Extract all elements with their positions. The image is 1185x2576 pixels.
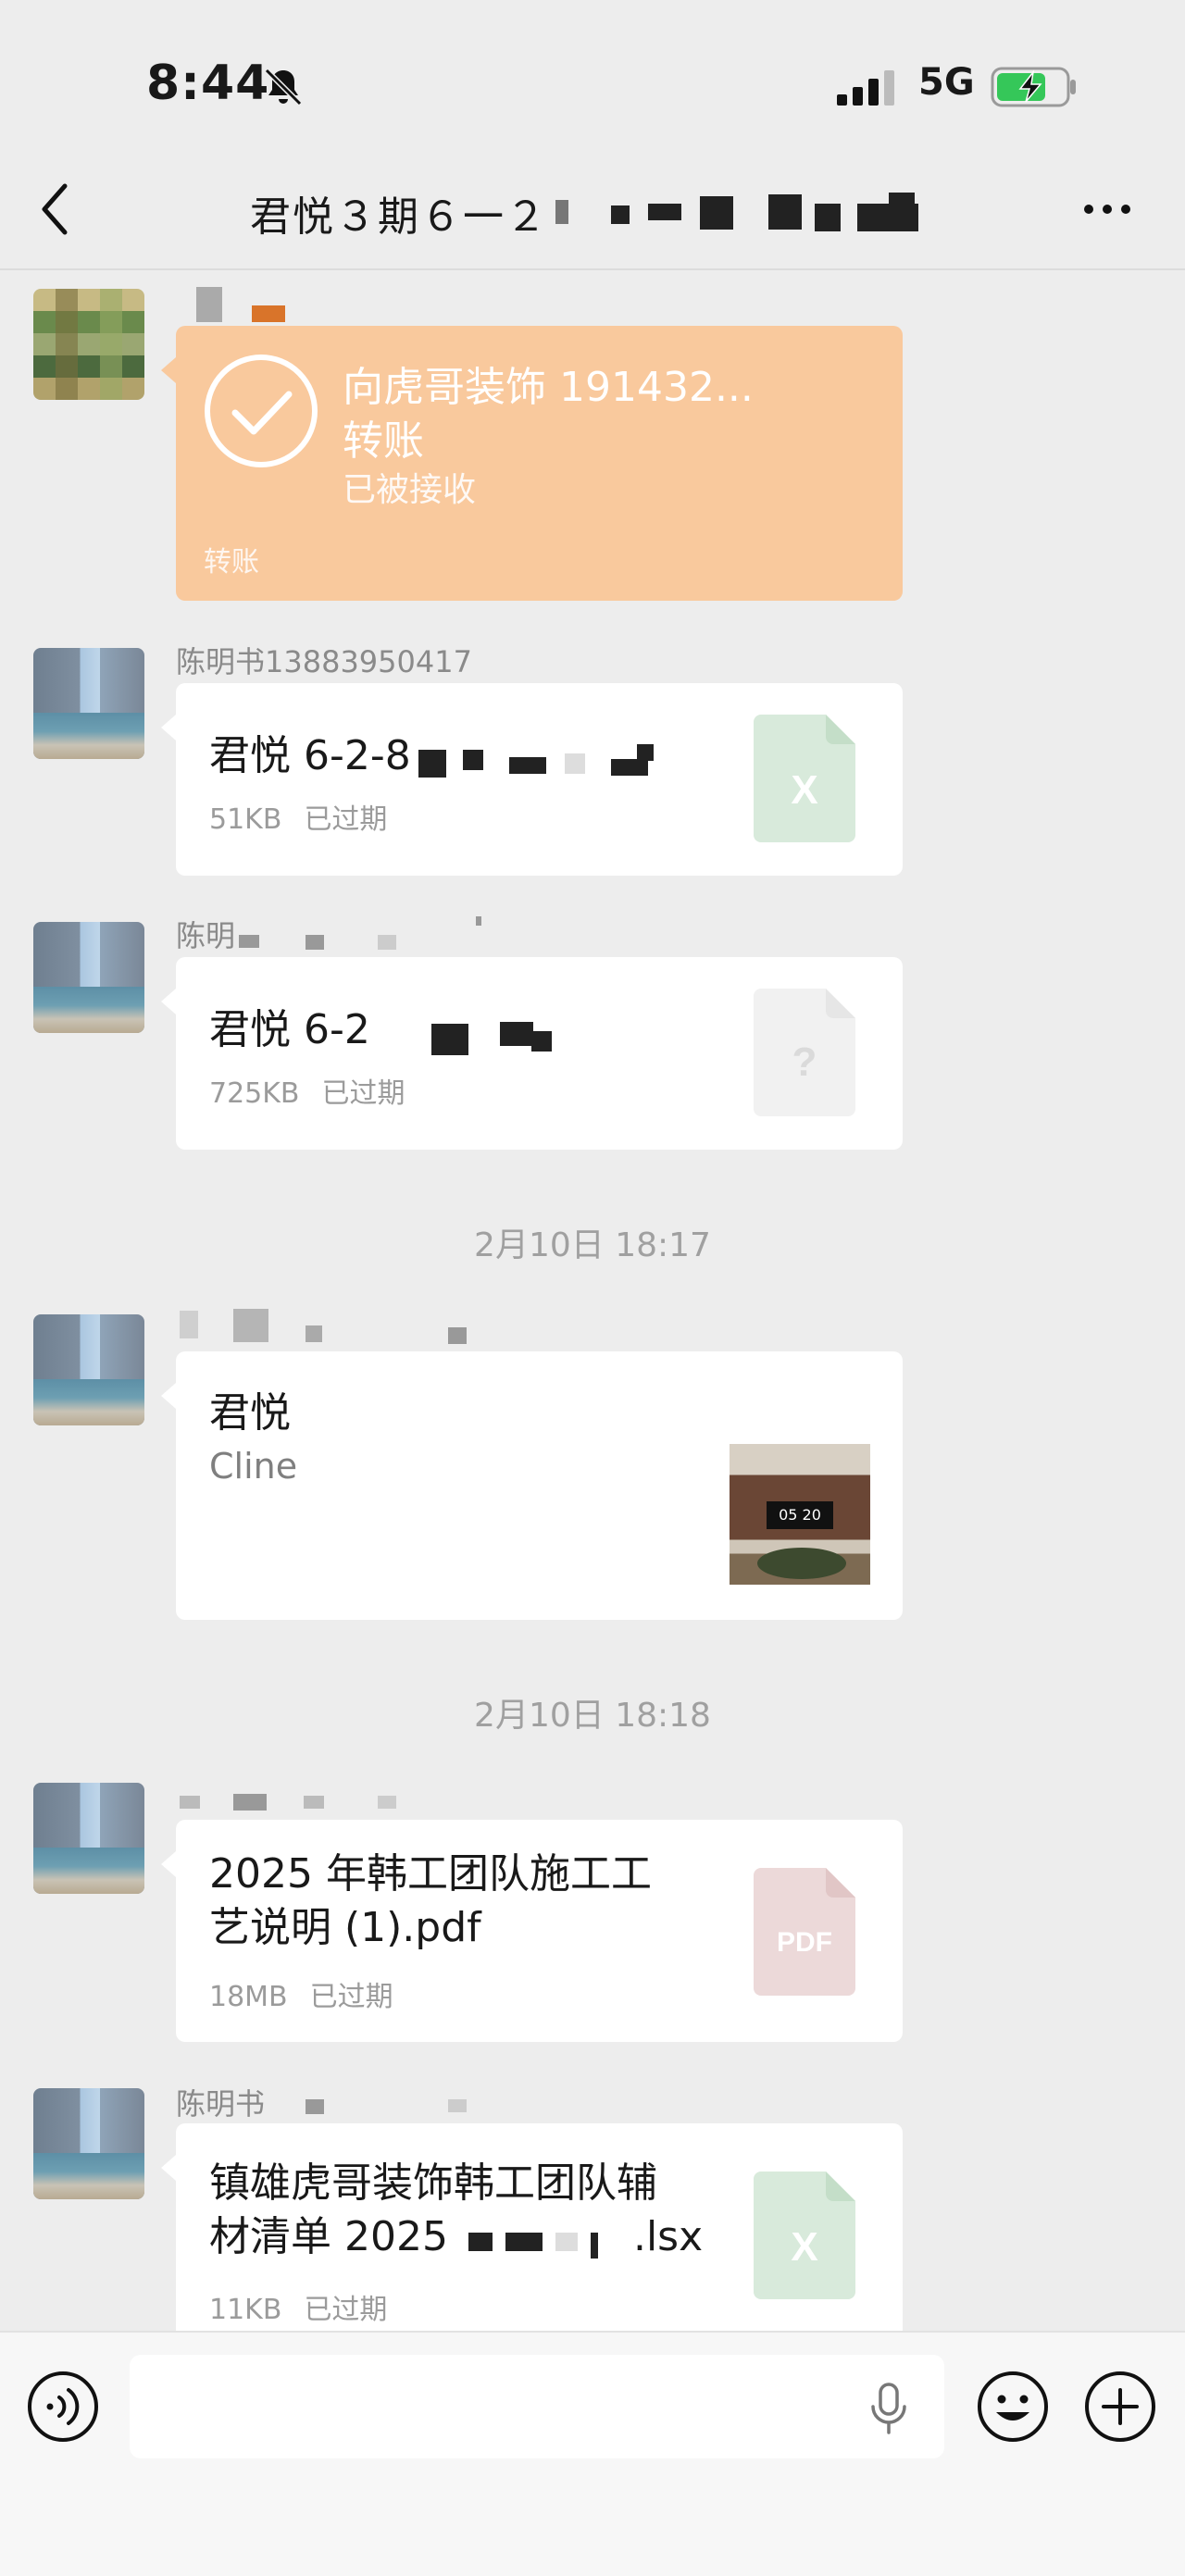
thumbnail-clock: 05 20 — [767, 1501, 833, 1529]
sender-name-masked — [196, 287, 222, 322]
link-thumbnail: 05 20 — [730, 1444, 870, 1585]
sender-badge — [252, 305, 285, 322]
file-name: 君悦 6-2-8 — [209, 732, 411, 779]
microphone-icon[interactable] — [868, 2383, 909, 2434]
file-meta: 51KB 已过期 — [209, 796, 409, 837]
file-size: 18MB — [209, 1981, 288, 2013]
sender-name: 陈明书13883950417 — [176, 644, 472, 679]
file-meta: 18MB 已过期 — [209, 1973, 416, 2014]
file-meta: 11KB 已过期 — [209, 2286, 409, 2327]
file-state: 已过期 — [304, 2294, 388, 2326]
unknown-icon-label: ? — [792, 1039, 817, 1085]
file-message[interactable]: 镇雄虎哥装饰韩工团队辅 材清单 2025 .lsx 11KB 已过期 X — [161, 2123, 903, 2331]
link-card[interactable]: 君悦 Cline 05 20 — [161, 1351, 903, 1620]
unknown-file-icon: ? — [754, 989, 855, 1116]
checkmark-circle-icon — [205, 355, 318, 467]
transfer-subtitle: 转账 — [343, 417, 424, 465]
file-name-line2: 艺说明 (1).pdf — [209, 1904, 481, 1951]
file-meta: 725KB 已过期 — [209, 1070, 428, 1111]
file-message[interactable]: 2025 年韩工团队施工工 艺说明 (1).pdf 18MB 已过期 PDF — [161, 1820, 903, 2042]
chat-title[interactable]: 君悦３期６一２ — [250, 183, 918, 243]
excel-icon: X — [754, 2172, 855, 2299]
file-state: 已过期 — [309, 1981, 393, 2013]
nav-bar — [0, 157, 1185, 270]
avatar[interactable] — [33, 1314, 144, 1425]
transfer-title: 向虎哥装饰 191432... — [343, 364, 754, 411]
battery-charging-icon — [991, 67, 1076, 107]
sender-name: 陈明 — [176, 918, 236, 953]
excel-icon-label: X — [791, 767, 817, 813]
timestamp: 2月10日 18:18 — [474, 1697, 711, 1735]
emoji-icon[interactable] — [976, 2370, 1050, 2444]
add-icon[interactable] — [1083, 2370, 1157, 2444]
avatar[interactable] — [33, 289, 144, 400]
avatar[interactable] — [33, 1783, 144, 1894]
file-name-line1: 2025 年韩工团队施工工 — [209, 1850, 652, 1898]
pdf-icon-label: PDF — [777, 1927, 832, 1958]
chevron-left-icon[interactable] — [37, 180, 74, 238]
file-size: 11KB — [209, 2294, 282, 2326]
network-type: 5G — [918, 61, 975, 104]
transfer-status: 已被接收 — [343, 471, 477, 509]
transfer-footer: 转账 — [204, 546, 259, 579]
file-state: 已过期 — [304, 803, 388, 836]
voice-mode-icon[interactable] — [26, 2370, 100, 2444]
file-size: 51KB — [209, 803, 282, 836]
file-name-line1: 镇雄虎哥装饰韩工团队辅 — [209, 2159, 657, 2207]
file-message[interactable]: 君悦 6-2 725KB 已过期 ? — [161, 957, 903, 1150]
excel-icon: X — [754, 715, 855, 842]
link-title: 君悦 — [209, 1389, 291, 1437]
file-name-line2-end: .lsx — [632, 2213, 704, 2260]
file-state: 已过期 — [321, 1077, 405, 1110]
excel-icon-label: X — [791, 2224, 817, 2270]
file-name: 君悦 6-2 — [209, 1006, 370, 1053]
avatar[interactable] — [33, 922, 144, 1033]
more-dots-icon[interactable] — [1081, 200, 1133, 218]
file-size: 725KB — [209, 1077, 300, 1110]
timestamp: 2月10日 18:17 — [474, 1226, 711, 1264]
file-message[interactable]: 君悦 6-2-8 51KB 已过期 X — [161, 683, 903, 876]
avatar[interactable] — [33, 2088, 144, 2199]
pdf-icon: PDF — [754, 1868, 855, 1996]
status-time: 8:44 — [146, 56, 270, 111]
file-name-line2-start: 材清单 2025 — [209, 2213, 448, 2260]
bell-muted-icon — [264, 68, 303, 106]
sender-name: 陈明书 — [176, 2086, 266, 2122]
link-subtitle: Cline — [209, 1446, 298, 1487]
signal-icon — [837, 70, 894, 106]
avatar[interactable] — [33, 648, 144, 759]
message-input[interactable] — [130, 2355, 944, 2458]
file-name-line2: 材清单 2025 .lsx — [209, 2210, 703, 2264]
transfer-card[interactable]: 向虎哥装饰 191432... 转账 已被接收 转账 — [161, 326, 903, 601]
